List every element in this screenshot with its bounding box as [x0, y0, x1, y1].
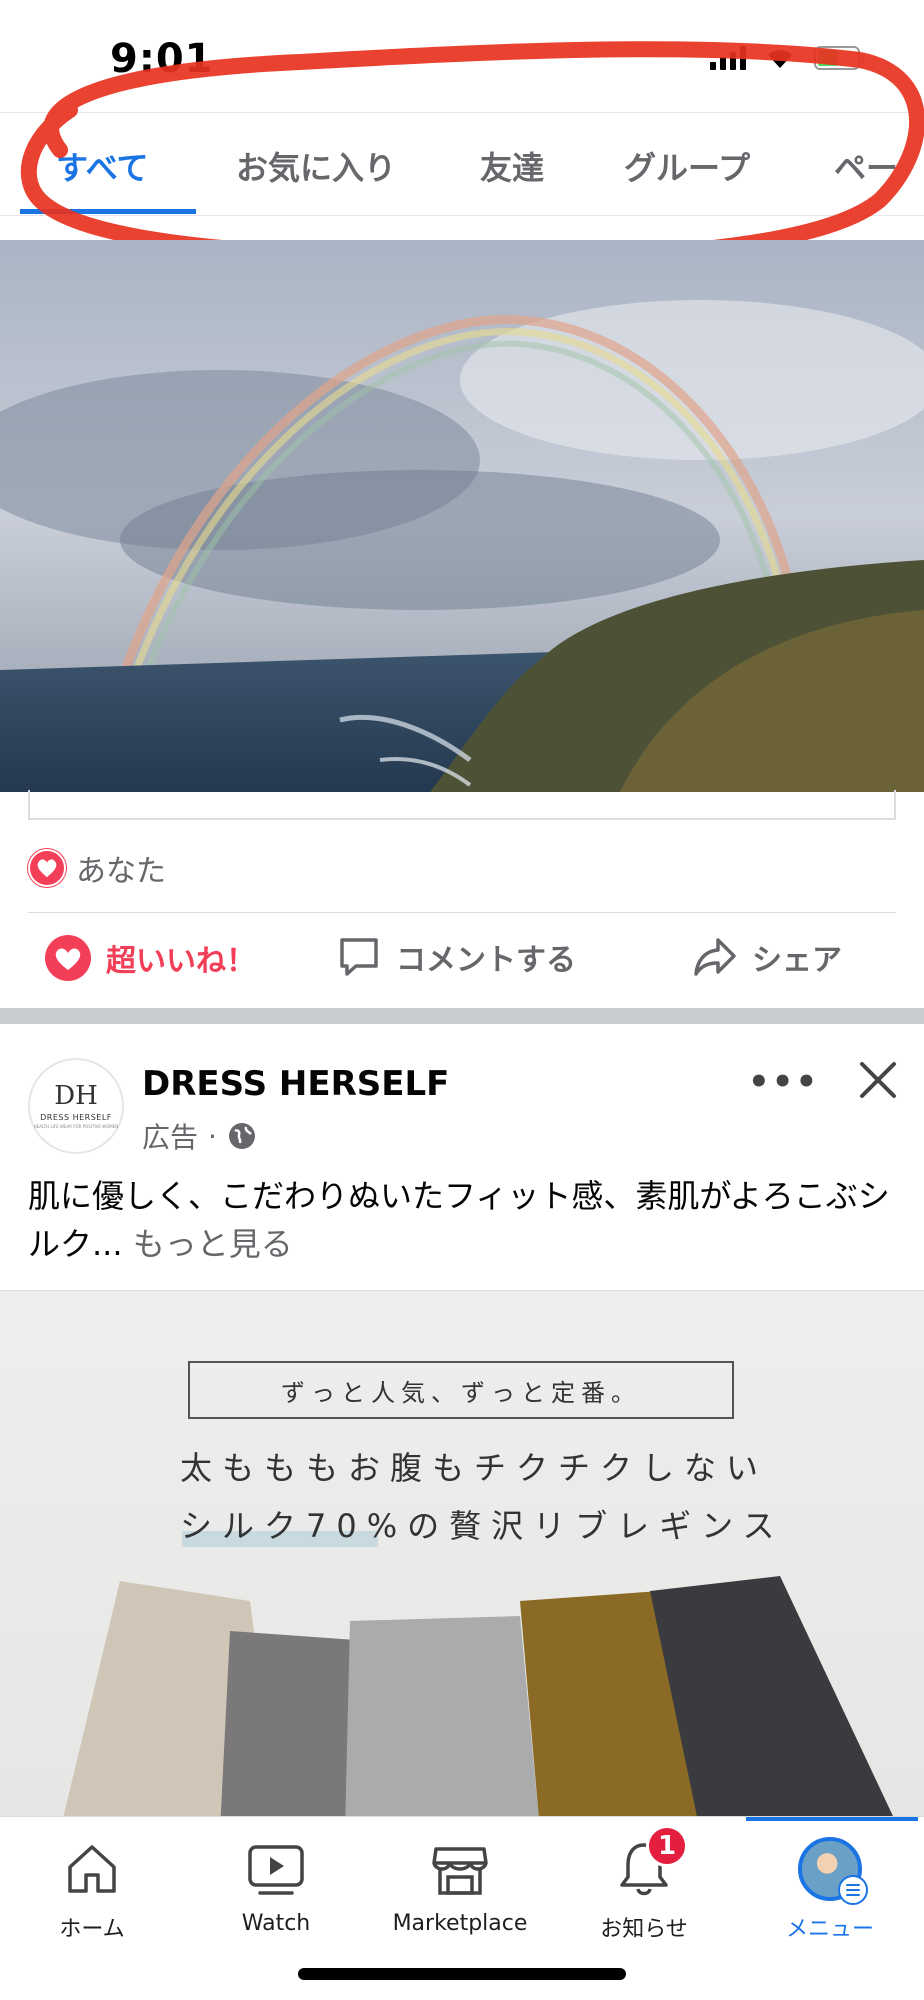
globe-icon: [228, 1123, 255, 1149]
more-options-icon[interactable]: •••: [748, 1062, 819, 1102]
heart-icon: [45, 935, 91, 981]
ad-headline-line-2: シルク70%の贅沢リブレギンス: [180, 1507, 785, 1545]
nav-marketplace[interactable]: Marketplace: [368, 1837, 552, 1936]
love-button[interactable]: 超いいね！: [44, 934, 256, 982]
comment-button[interactable]: コメントする: [336, 934, 576, 980]
cellular-signal-icon: [710, 46, 746, 70]
legging-3: [345, 1616, 539, 1818]
tab-favorites[interactable]: お気に入り: [236, 143, 396, 189]
status-bar: 9:01: [0, 0, 924, 112]
feed-filter-tabs: すべて お気に入り 友達 グループ ペー: [0, 112, 924, 216]
share-button[interactable]: シェア: [692, 934, 842, 980]
avatar-tagline: HEALTH LIFE WEAR FOR POSITIVE WOMEN: [33, 1124, 119, 1129]
advertiser-avatar[interactable]: DH DRESS HERSELF HEALTH LIFE WEAR FOR PO…: [28, 1058, 124, 1154]
wifi-icon: [768, 50, 792, 68]
advertiser-name[interactable]: DRESS HERSELF: [142, 1064, 449, 1104]
post-photo-rainbow[interactable]: [0, 240, 924, 792]
ad-body-text: 肌に優しく、こだわりぬいたフィット感、素肌がよろこぶシルク... もっと見る: [28, 1172, 908, 1268]
home-icon: [60, 1837, 124, 1901]
tab-groups[interactable]: グループ: [624, 143, 750, 189]
watch-icon: [244, 1837, 308, 1901]
active-tab-indicator: [20, 209, 196, 214]
tab-friends[interactable]: 友達: [480, 143, 544, 189]
status-time: 9:01: [110, 36, 214, 82]
nav-menu[interactable]: メニュー: [738, 1837, 922, 1943]
meta-dot: ·: [208, 1119, 217, 1153]
post-actions: 超いいね！ コメントする シェア: [0, 928, 924, 992]
divider: [28, 912, 896, 913]
share-button-label: シェア: [752, 943, 842, 978]
avatar-brand: DRESS HERSELF: [40, 1113, 112, 1122]
nav-watch[interactable]: Watch: [184, 1837, 368, 1936]
reaction-names: あなた: [76, 854, 166, 889]
nav-notifications[interactable]: 1 お知らせ: [552, 1825, 736, 1943]
profile-avatar: [798, 1837, 868, 1905]
close-icon[interactable]: [856, 1058, 900, 1102]
share-icon: [694, 938, 736, 976]
love-button-label: 超いいね！: [106, 944, 256, 979]
bell-icon: 1: [612, 1825, 688, 1901]
post-card-border: [28, 790, 896, 820]
marketplace-icon: [428, 1837, 492, 1901]
avatar-monogram: DH: [54, 1081, 98, 1111]
battery-icon: [814, 46, 864, 70]
reaction-summary[interactable]: あなた: [28, 846, 166, 890]
nav-watch-label: Watch: [241, 1911, 311, 1936]
nav-home-label: ホーム: [59, 1917, 125, 1942]
comment-button-label: コメントする: [396, 943, 576, 978]
status-icons: [710, 46, 864, 70]
menu-icon-wrapper: [798, 1837, 868, 1905]
leggings-photo: [63, 1576, 894, 1818]
menu-icon: [838, 1875, 868, 1905]
ad-headline-line-1: 太もももお腹もチクチクしない: [180, 1449, 769, 1487]
nav-menu-label: メニュー: [785, 1917, 874, 1942]
comment-icon: [340, 938, 378, 976]
sponsored-label: 広告: [142, 1121, 199, 1154]
love-reaction-icon: [28, 849, 66, 887]
feed-separator: [0, 1008, 924, 1024]
notification-badge: 1: [646, 1825, 688, 1867]
ad-image[interactable]: ずっと人気、ずっと定番。 太もももお腹もチクチクしない シルク70%の贅沢リブレ…: [0, 1290, 924, 1818]
ad-image-tagline: ずっと人気、ずっと定番。: [188, 1361, 734, 1419]
see-more-link[interactable]: もっと見る: [133, 1225, 293, 1263]
active-nav-indicator: [746, 1817, 918, 1821]
nav-notifications-label: お知らせ: [600, 1917, 688, 1942]
nav-marketplace-label: Marketplace: [392, 1911, 528, 1936]
ad-meta: 広告 ·: [142, 1116, 257, 1156]
home-indicator: [298, 1968, 626, 1980]
tab-all[interactable]: すべて: [56, 143, 148, 189]
nav-home[interactable]: ホーム: [0, 1837, 184, 1943]
tab-pages[interactable]: ペー: [834, 143, 898, 189]
